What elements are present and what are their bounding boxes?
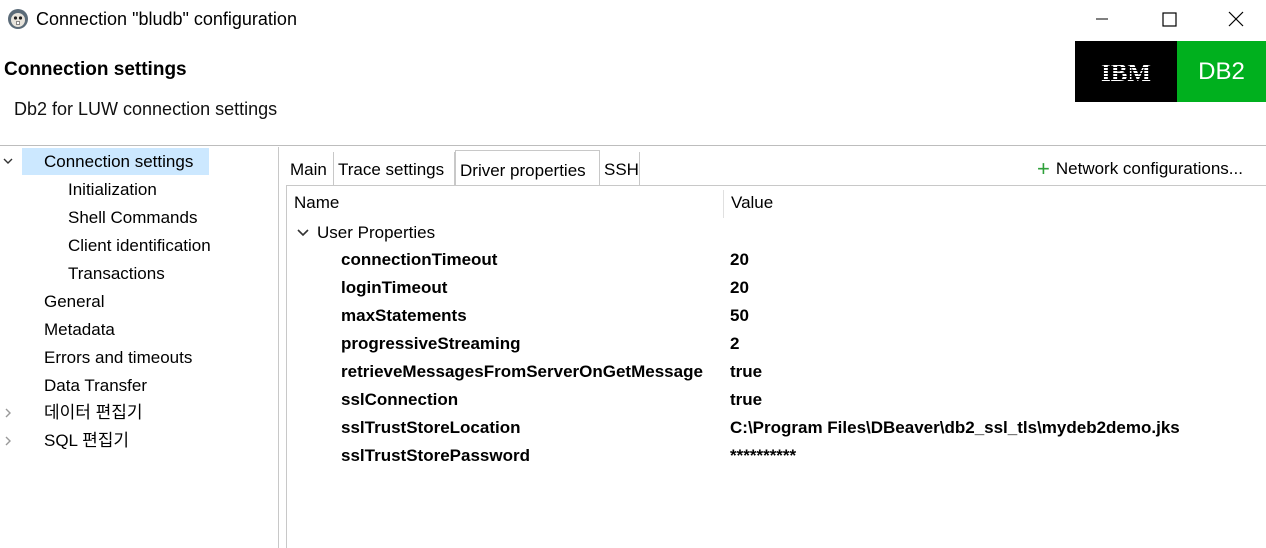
property-value[interactable]: 50 [730,306,749,326]
svg-text:IBM: IBM [1101,60,1151,85]
property-name[interactable]: retrieveMessagesFromServerOnGetMessage [341,362,703,382]
network-configurations-label: Network configurations... [1055,158,1243,178]
property-value[interactable]: true [730,362,762,382]
plus-icon: + [1037,155,1050,181]
property-name[interactable]: sslTrustStoreLocation [341,418,520,438]
page-subtitle: Db2 for LUW connection settings [14,99,278,119]
maximize-icon [1161,11,1177,27]
nav-item-metadata[interactable]: Metadata [44,317,115,343]
property-name[interactable]: sslTrustStorePassword [341,446,530,466]
nav-item-general[interactable]: General [44,289,104,315]
nav-item-connection-settings[interactable]: Connection settings [44,149,193,175]
chevron-down-icon[interactable] [296,226,310,240]
nav-item-initialization[interactable]: Initialization [68,177,157,203]
nav-item-errors-and-timeouts[interactable]: Errors and timeouts [44,345,192,371]
property-name[interactable]: progressiveStreaming [341,334,521,354]
close-icon [1228,11,1244,27]
property-name[interactable]: sslConnection [341,390,458,410]
chevron-down-icon[interactable] [2,155,14,167]
property-name[interactable]: maxStatements [341,306,467,326]
column-header-value[interactable]: Value [731,193,773,213]
property-name[interactable]: connectionTimeout [341,250,497,270]
tab-trace-settings[interactable]: Trace settings [334,152,455,185]
property-name[interactable]: loginTimeout [341,278,447,298]
column-header-name[interactable]: Name [294,193,339,213]
db2-logo-text: DB2 [1177,41,1266,102]
header-divider [0,145,1266,146]
close-button[interactable] [1206,0,1266,38]
tab-ssh[interactable]: SSH [600,152,640,185]
property-value[interactable]: true [730,390,762,410]
nav-divider [278,147,279,548]
ibm-logo: IBM [1075,41,1177,102]
panel-border [286,186,287,548]
page-title: Connection settings [4,59,187,80]
nav-item-sql-editor[interactable]: SQL 편집기 [44,428,129,454]
property-value[interactable]: ********** [730,446,796,466]
nav-item-shell-commands[interactable]: Shell Commands [68,205,197,231]
property-group-row[interactable]: User Properties [296,222,435,244]
property-value[interactable]: 20 [730,278,749,298]
property-value[interactable]: 20 [730,250,749,270]
property-value[interactable]: C:\Program Files\DBeaver\db2_ssl_tls\myd… [730,418,1180,438]
ibm-db2-logo: IBM DB2 [1075,41,1266,102]
chevron-right-icon[interactable] [2,435,14,447]
property-value[interactable]: 2 [730,334,739,354]
tab-driver-properties[interactable]: Driver properties [455,150,600,185]
nav-item-data-transfer[interactable]: Data Transfer [44,373,147,399]
minimize-icon [1096,18,1108,20]
network-configurations-button[interactable]: + Network configurations... [1037,152,1243,185]
maximize-button[interactable] [1139,0,1199,38]
nav-item-client-identification[interactable]: Client identification [68,233,211,259]
nav-item-data-editor[interactable]: 데이터 편집기 [44,400,143,426]
minimize-button[interactable] [1072,0,1132,38]
chevron-right-icon[interactable] [2,407,14,419]
tab-underline [286,185,1266,186]
window-title: Connection "bludb" configuration [36,9,297,29]
tab-main[interactable]: Main [286,152,334,185]
dbeaver-beaver-icon [7,8,29,30]
nav-item-transactions[interactable]: Transactions [68,261,165,287]
column-divider[interactable] [723,190,724,218]
property-group-label: User Properties [317,223,436,242]
